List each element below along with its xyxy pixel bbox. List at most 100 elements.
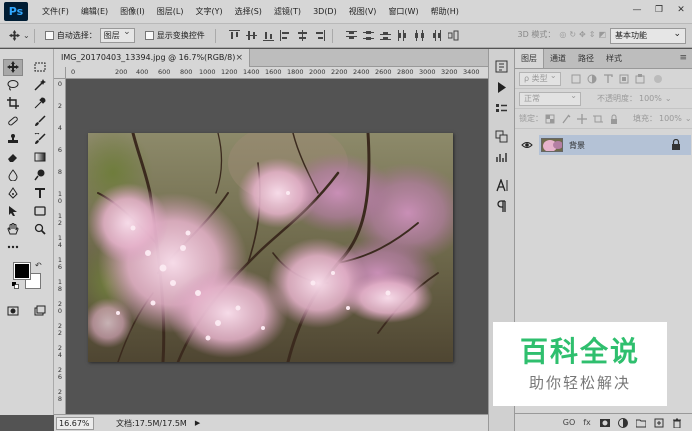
path-selection-tool[interactable] — [3, 203, 23, 220]
menu-file[interactable]: 文件(F) — [36, 0, 75, 24]
filter-type-icon[interactable] — [603, 73, 613, 84]
properties-panel-icon[interactable] — [492, 99, 512, 117]
menu-layer[interactable]: 图层(L) — [151, 0, 190, 24]
clone-source-panel-icon[interactable] — [492, 127, 512, 145]
document-image[interactable] — [88, 133, 453, 362]
filter-pixel-icon[interactable] — [571, 74, 581, 84]
lock-position-icon[interactable] — [577, 113, 587, 124]
trash-icon[interactable] — [670, 417, 684, 429]
lock-image-icon[interactable] — [561, 114, 571, 124]
align-bottom-icon[interactable] — [262, 29, 275, 42]
lock-all-icon[interactable] — [609, 114, 619, 124]
marquee-tool[interactable] — [30, 59, 50, 76]
tab-styles[interactable]: 样式 — [600, 49, 628, 68]
layer-style-fx-icon[interactable]: fx — [580, 417, 594, 429]
swap-colors-icon[interactable]: ↶ — [35, 261, 42, 270]
auto-select-checkbox[interactable] — [44, 31, 54, 40]
menu-window[interactable]: 窗口(W) — [382, 0, 424, 24]
type-tool[interactable] — [30, 185, 50, 202]
default-colors-icon[interactable] — [12, 282, 19, 289]
character-panel-icon[interactable] — [492, 176, 512, 194]
blur-tool[interactable] — [3, 167, 23, 184]
menu-view[interactable]: 视图(V) — [343, 0, 383, 24]
blend-mode-dropdown[interactable]: 正常 — [519, 90, 581, 106]
healing-brush-tool[interactable] — [3, 113, 23, 130]
document-tab[interactable]: IMG_20170403_13394.jpg @ 16.7%(RGB/8) × — [54, 49, 250, 67]
history-brush-tool[interactable] — [30, 131, 50, 148]
close-tab-icon[interactable]: × — [235, 49, 243, 67]
preset-chevron-icon[interactable]: ⌄ — [23, 31, 30, 40]
ruler-origin[interactable] — [54, 67, 66, 79]
actions-panel-icon[interactable] — [492, 78, 512, 96]
3d-orbit-icon[interactable]: ◎ — [559, 30, 566, 39]
3d-pan-icon[interactable]: ✥ — [579, 30, 586, 39]
add-mask-icon[interactable] — [598, 417, 612, 429]
hand-tool[interactable] — [3, 221, 23, 238]
shape-tool[interactable] — [30, 203, 50, 220]
move-tool-preset-icon[interactable] — [8, 29, 21, 42]
menu-filter[interactable]: 滤镜(T) — [268, 0, 307, 24]
menu-help[interactable]: 帮助(H) — [425, 0, 465, 24]
dodge-tool[interactable] — [30, 167, 50, 184]
move-tool[interactable] — [3, 58, 24, 76]
fill-chevron-icon[interactable]: ⌄ — [685, 114, 692, 123]
3d-slide-icon[interactable]: ⇕ — [589, 30, 596, 39]
history-panel-icon[interactable] — [492, 57, 512, 75]
auto-select-dropdown[interactable]: 图层 — [99, 26, 135, 43]
clone-stamp-tool[interactable] — [3, 131, 23, 148]
zoom-input[interactable]: 16.67% — [56, 416, 94, 430]
tab-channels[interactable]: 通道 — [544, 49, 572, 68]
brush-tool[interactable] — [30, 113, 50, 130]
align-left-icon[interactable] — [279, 29, 292, 42]
distribute-hcenter-icon[interactable] — [413, 29, 426, 42]
lock-transparent-icon[interactable] — [545, 114, 555, 124]
tab-paths[interactable]: 路径 — [572, 49, 600, 68]
new-layer-icon[interactable] — [652, 417, 666, 429]
layer-item-background[interactable]: 背景 — [539, 135, 691, 155]
canvas-area[interactable] — [66, 79, 488, 414]
horizontal-ruler[interactable]: 0 200 400 600 800 1000 1200 1400 1600 18… — [66, 67, 488, 79]
3d-scale-icon[interactable]: ◩ — [598, 30, 606, 39]
screen-mode-button[interactable] — [30, 303, 50, 320]
filter-smart-object-icon[interactable] — [635, 73, 645, 84]
menu-type[interactable]: 文字(Y) — [189, 0, 228, 24]
pen-tool[interactable] — [3, 185, 23, 202]
quick-mask-button[interactable] — [3, 303, 23, 320]
align-top-icon[interactable] — [228, 29, 241, 42]
adjustments-panel-icon[interactable] — [492, 148, 512, 166]
vertical-ruler[interactable]: 0 2 4 6 8 1 0 1 2 1 4 1 6 1 8 2 0 2 2 2 … — [54, 79, 66, 414]
align-right-icon[interactable] — [313, 29, 326, 42]
3d-roll-icon[interactable]: ↻ — [569, 30, 576, 39]
opacity-value[interactable]: 100% — [639, 94, 662, 103]
opacity-chevron-icon[interactable]: ⌄ — [665, 94, 672, 103]
eyedropper-tool[interactable] — [30, 95, 50, 112]
zoom-tool[interactable] — [30, 221, 50, 238]
lock-artboard-icon[interactable] — [593, 114, 603, 124]
align-hcenter-icon[interactable] — [296, 29, 309, 42]
lasso-tool[interactable] — [3, 77, 23, 94]
edit-toolbar-button[interactable] — [3, 239, 23, 256]
workspace-dropdown[interactable]: 基本功能 — [610, 27, 686, 44]
close-button[interactable]: ✕ — [670, 0, 692, 20]
show-transform-checkbox[interactable] — [144, 31, 154, 40]
eraser-tool[interactable] — [3, 149, 23, 166]
restore-button[interactable]: ❐ — [648, 0, 670, 20]
distribute-bottom-icon[interactable] — [379, 29, 392, 42]
distribute-right-icon[interactable] — [430, 29, 443, 42]
magic-wand-tool[interactable] — [30, 77, 50, 94]
new-group-icon[interactable] — [634, 417, 648, 429]
menu-edit[interactable]: 编辑(E) — [75, 0, 114, 24]
filter-adjustment-icon[interactable] — [587, 74, 597, 84]
distribute-top-icon[interactable] — [345, 29, 358, 42]
menu-image[interactable]: 图像(I) — [114, 0, 151, 24]
layer-kind-filter[interactable]: ρ 类型 — [519, 70, 561, 86]
fill-value[interactable]: 100% — [659, 114, 682, 123]
tab-layers[interactable]: 图层 — [515, 49, 544, 68]
menu-select[interactable]: 选择(S) — [229, 0, 268, 24]
foreground-color-swatch[interactable] — [13, 262, 31, 280]
link-layers-icon[interactable]: GO — [562, 417, 576, 429]
distribute-left-icon[interactable] — [396, 29, 409, 42]
visibility-eye-icon[interactable] — [521, 139, 533, 151]
align-vcenter-icon[interactable] — [245, 29, 258, 42]
panel-menu-icon[interactable]: ≡ — [679, 53, 687, 63]
